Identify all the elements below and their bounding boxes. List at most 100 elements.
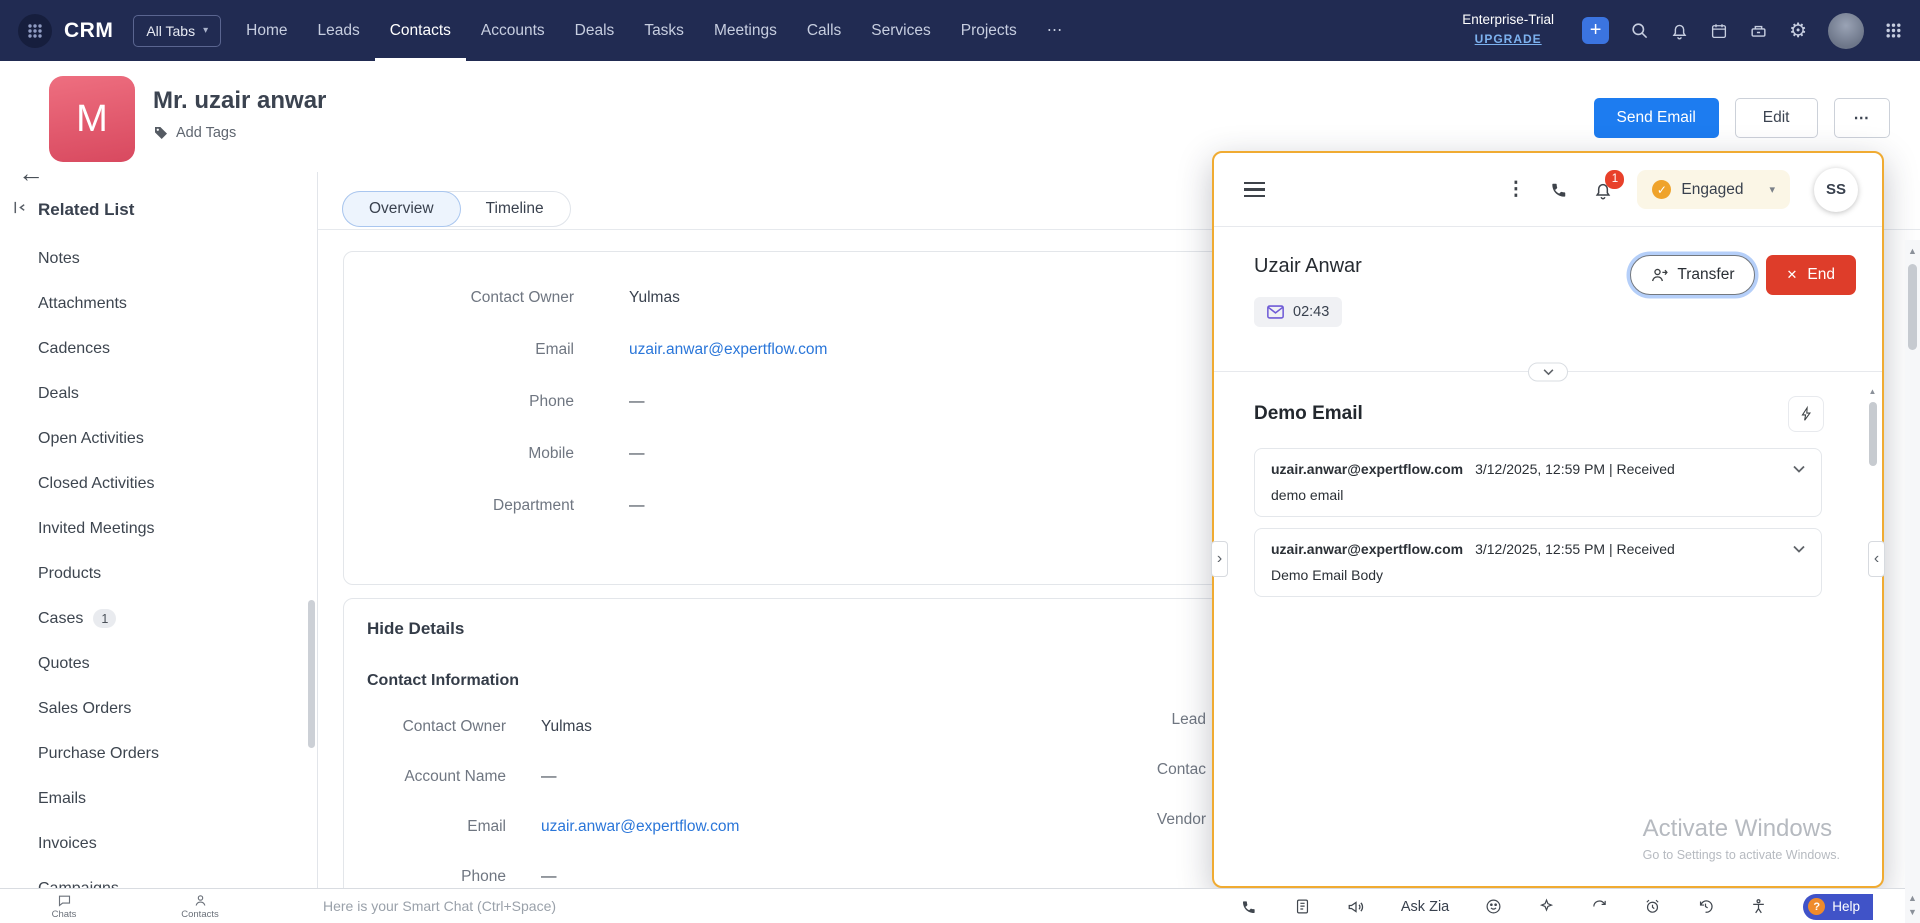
settings-gear-icon[interactable]: ⚙ bbox=[1789, 21, 1807, 41]
send-email-button[interactable]: Send Email bbox=[1594, 98, 1719, 138]
sidebar-item[interactable]: Closed Activities bbox=[38, 461, 317, 506]
edit-button[interactable]: Edit bbox=[1735, 98, 1818, 138]
tab[interactable]: Timeline bbox=[460, 192, 570, 226]
scroll-up-icon[interactable]: ▲ bbox=[1908, 892, 1917, 905]
sidebar-item[interactable]: Emails bbox=[38, 776, 317, 821]
chevron-down-icon[interactable] bbox=[1793, 545, 1805, 553]
nav-item[interactable]: Contacts bbox=[375, 0, 466, 61]
help-button[interactable]: ? Help bbox=[1803, 894, 1873, 920]
sidebar-item-label: Closed Activities bbox=[38, 475, 155, 493]
history-icon[interactable] bbox=[1697, 898, 1714, 915]
scroll-down-icon[interactable]: ▼ bbox=[1908, 906, 1917, 919]
nav-item[interactable]: Home bbox=[231, 0, 302, 61]
apps-grid-icon[interactable] bbox=[1885, 22, 1902, 39]
quick-actions-bolt-button[interactable] bbox=[1788, 396, 1824, 432]
collapse-call-section-button[interactable] bbox=[1528, 363, 1568, 382]
bottom-toolbar: Chats Contacts Ask Zia bbox=[0, 888, 1920, 923]
alarm-icon[interactable] bbox=[1644, 898, 1661, 915]
email-card[interactable]: uzair.anwar@expertflow.com 3/12/2025, 12… bbox=[1254, 448, 1822, 517]
sidebar-item[interactable]: Invoices bbox=[38, 821, 317, 866]
nav-item[interactable]: Tasks bbox=[629, 0, 699, 61]
smart-chat-input[interactable] bbox=[323, 889, 1195, 923]
sidebar-item[interactable]: Deals bbox=[38, 371, 317, 416]
accessibility-icon[interactable] bbox=[1750, 898, 1767, 915]
upgrade-link[interactable]: UPGRADE bbox=[1475, 32, 1542, 47]
marketplace-icon[interactable] bbox=[1749, 21, 1768, 40]
nav-item[interactable]: ⋯ bbox=[1032, 0, 1078, 61]
announcement-icon[interactable] bbox=[1347, 898, 1365, 916]
nav-item[interactable]: Meetings bbox=[699, 0, 792, 61]
quick-create-button[interactable]: + bbox=[1582, 17, 1609, 44]
sidebar-item[interactable]: Products bbox=[38, 551, 317, 596]
field-value[interactable]: uzair.anwar@expertflow.com bbox=[629, 341, 827, 359]
sidebar-item[interactable]: Sales Orders bbox=[38, 686, 317, 731]
menu-icon[interactable] bbox=[1244, 182, 1265, 197]
scroll-up-icon[interactable]: ▲ bbox=[1869, 387, 1877, 396]
sidebar-item-label: Notes bbox=[38, 250, 80, 268]
page-scrollbar[interactable]: ▲ ▲ ▼ bbox=[1905, 240, 1920, 923]
field-label: Contact Owner bbox=[344, 718, 506, 736]
calendar-icon[interactable] bbox=[1710, 22, 1728, 40]
nav-item[interactable]: Leads bbox=[303, 0, 375, 61]
sidebar-scrollbar-thumb[interactable] bbox=[308, 600, 315, 748]
zia-sparkle-icon[interactable] bbox=[1538, 898, 1555, 915]
agent-avatar[interactable]: SS bbox=[1814, 168, 1858, 212]
sidebar-item[interactable]: Purchase Orders bbox=[38, 731, 317, 776]
panel-scrollbar[interactable]: ▲ bbox=[1868, 387, 1877, 872]
back-button[interactable]: ← bbox=[18, 160, 44, 186]
search-icon[interactable] bbox=[1630, 21, 1649, 40]
end-call-button[interactable]: ✕ End bbox=[1766, 255, 1857, 295]
phone-icon[interactable] bbox=[1240, 898, 1258, 916]
email-card[interactable]: uzair.anwar@expertflow.com 3/12/2025, 12… bbox=[1254, 528, 1822, 597]
notifications-bell-icon[interactable] bbox=[1670, 21, 1689, 40]
contacts-channel-button[interactable]: Contacts bbox=[170, 889, 230, 923]
emoji-icon[interactable] bbox=[1485, 898, 1502, 915]
ask-zia-button[interactable]: Ask Zia bbox=[1401, 899, 1449, 915]
transfer-button[interactable]: Transfer bbox=[1630, 255, 1754, 295]
sidebar-item-label: Attachments bbox=[38, 295, 127, 313]
sidebar-item-label: Cadences bbox=[38, 340, 110, 358]
chats-channel-button[interactable]: Chats bbox=[34, 889, 94, 923]
field-label: Mobile bbox=[344, 445, 574, 463]
more-actions-button[interactable]: ⋯ bbox=[1834, 98, 1891, 138]
sidebar-item[interactable]: Attachments bbox=[38, 281, 317, 326]
sidebar-item[interactable]: Campaigns bbox=[38, 866, 317, 888]
panel-collapse-handle-right[interactable]: ‹ bbox=[1868, 541, 1885, 577]
panel-scrollbar-thumb[interactable] bbox=[1869, 402, 1877, 466]
add-tags-button[interactable]: Add Tags bbox=[153, 125, 326, 141]
field-label: Contact Owner bbox=[344, 289, 574, 307]
nav-item[interactable]: Accounts bbox=[466, 0, 560, 61]
nav-item[interactable]: Projects bbox=[946, 0, 1032, 61]
field-value[interactable]: uzair.anwar@expertflow.com bbox=[541, 818, 739, 836]
notifications-bell-icon[interactable]: 1 bbox=[1593, 180, 1613, 200]
contact-avatar[interactable]: M bbox=[49, 76, 135, 162]
transfer-person-icon bbox=[1650, 266, 1668, 284]
scroll-up-icon[interactable]: ▲ bbox=[1908, 245, 1917, 258]
sidebar-item[interactable]: Cadences bbox=[38, 326, 317, 371]
sidebar-item[interactable]: Open Activities bbox=[38, 416, 317, 461]
chevron-down-icon[interactable] bbox=[1793, 465, 1805, 473]
nav-item[interactable]: Calls bbox=[792, 0, 856, 61]
nav-item[interactable]: Deals bbox=[560, 0, 630, 61]
tab[interactable]: Overview bbox=[343, 192, 460, 226]
page-title: Mr. uzair anwar bbox=[153, 87, 326, 115]
sidebar-item[interactable]: Invited Meetings bbox=[38, 506, 317, 551]
sidebar-item[interactable]: Cases 1 bbox=[38, 596, 317, 641]
phone-icon[interactable] bbox=[1549, 180, 1569, 200]
user-avatar[interactable] bbox=[1828, 13, 1864, 49]
nav-item[interactable]: Services bbox=[856, 0, 945, 61]
softphone-topbar: ⋮ 1 ✓ Engaged ▾ SS bbox=[1214, 153, 1882, 227]
collapse-sidebar-icon[interactable] bbox=[12, 200, 27, 220]
all-tabs-dropdown[interactable]: All Tabs ▾ bbox=[133, 15, 221, 47]
more-vertical-icon[interactable]: ⋮ bbox=[1506, 180, 1525, 199]
page-scrollbar-thumb[interactable] bbox=[1908, 264, 1917, 350]
redo-icon[interactable] bbox=[1591, 898, 1608, 915]
panel-collapse-handle-left[interactable]: › bbox=[1211, 541, 1228, 577]
sidebar-item[interactable]: Notes bbox=[38, 236, 317, 281]
tab-label: Overview bbox=[369, 200, 434, 217]
zoho-logo-icon[interactable] bbox=[18, 14, 52, 48]
sidebar-item[interactable]: Quotes bbox=[38, 641, 317, 686]
call-log-icon[interactable] bbox=[1294, 898, 1311, 915]
agent-status-dropdown[interactable]: ✓ Engaged ▾ bbox=[1637, 170, 1790, 209]
field-label: Contac bbox=[1157, 745, 1206, 795]
